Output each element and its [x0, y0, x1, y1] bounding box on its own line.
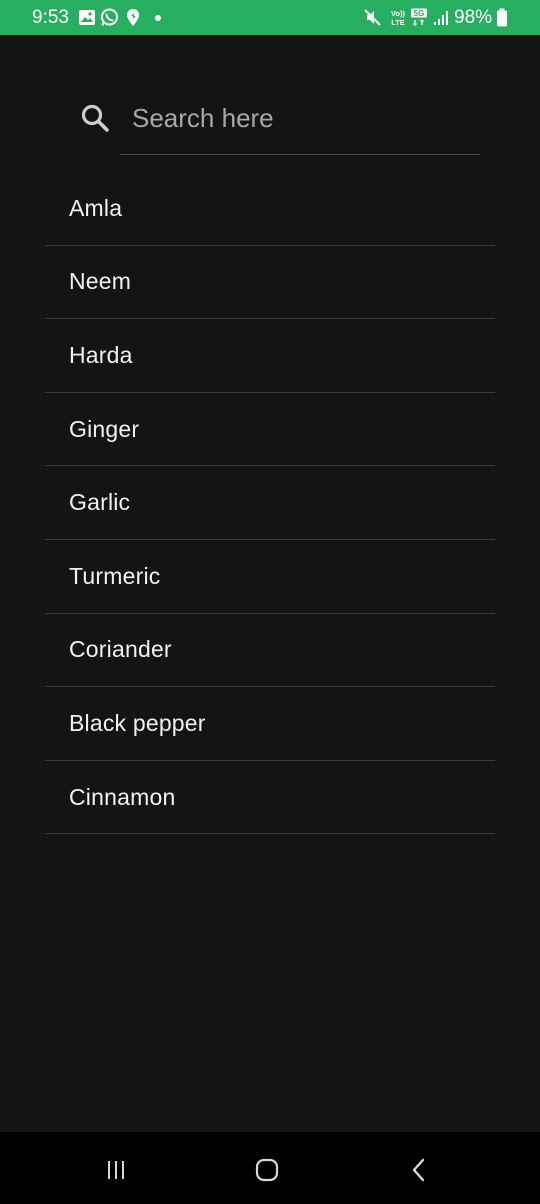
recents-icon — [108, 1161, 124, 1179]
list-item-label: Ginger — [69, 415, 140, 442]
list-item[interactable]: Garlic — [45, 466, 495, 540]
svg-text:LTE: LTE — [391, 18, 405, 27]
whatsapp-icon — [101, 8, 118, 26]
list-item-label: Turmeric — [69, 562, 161, 589]
home-icon — [255, 1158, 279, 1182]
list-item[interactable]: Neem — [45, 246, 495, 320]
list-item-label: Garlic — [69, 489, 131, 516]
svg-text:5G: 5G — [414, 9, 425, 18]
svg-text:Vo)): Vo)) — [391, 9, 406, 18]
status-time: 9:53 — [32, 7, 69, 28]
list-item[interactable]: Harda — [45, 319, 495, 393]
signal-icon — [434, 11, 448, 25]
list-item[interactable]: Coriander — [45, 614, 495, 688]
navigation-bar — [0, 1132, 540, 1204]
search-bar — [80, 103, 480, 155]
back-button[interactable] — [403, 1154, 435, 1186]
list-item-label: Cinnamon — [69, 783, 176, 810]
list-item-label: Coriander — [69, 636, 172, 663]
dot-icon — [155, 15, 161, 21]
list-item-label: Black pepper — [69, 709, 206, 736]
location-pin-icon — [127, 9, 139, 26]
list-item[interactable]: Ginger — [45, 393, 495, 467]
gallery-icon — [79, 10, 95, 25]
back-icon — [412, 1158, 425, 1182]
list-item-label: Amla — [69, 194, 123, 221]
volte-icon: Vo)) LTE — [391, 9, 406, 27]
status-bar: 9:53 Vo)) LTE 5G 98% — [0, 0, 540, 35]
list-item[interactable]: Amla — [45, 172, 495, 246]
herb-list: Amla Neem Harda Ginger Garlic Turmeric Coriand… — [45, 172, 495, 835]
battery-percent: 98% — [454, 7, 493, 28]
list-item[interactable]: Black pepper — [45, 687, 495, 761]
battery-icon — [497, 8, 507, 27]
app-content: Amla Neem Harda Ginger Garlic Turmeric Coriand… — [0, 35, 540, 1132]
recents-button[interactable] — [100, 1154, 132, 1186]
list-item[interactable]: Turmeric — [45, 540, 495, 614]
search-input[interactable] — [120, 103, 480, 155]
list-item-label: Neem — [69, 268, 132, 295]
mute-icon — [364, 9, 381, 26]
5g-icon: 5G — [411, 8, 427, 26]
list-item[interactable]: Cinnamon — [45, 761, 495, 835]
search-icon — [81, 104, 109, 132]
home-button[interactable] — [251, 1154, 283, 1186]
list-item-label: Harda — [69, 341, 133, 368]
